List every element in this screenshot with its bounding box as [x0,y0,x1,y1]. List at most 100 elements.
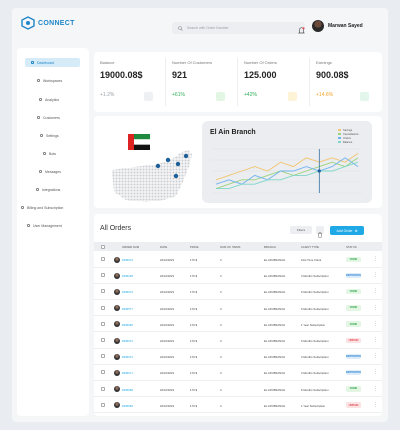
hover-point[interactable] [317,169,321,173]
avatar [312,20,324,32]
stat-card-earnings: Earnings 900.08$ +14.6% [310,52,380,112]
table-row[interactable]: #395672 22/10/2023 170 $ 3 EL AIN BRANCH 6 Mo… [94,333,382,349]
sidebar-item-label: Billing and Subscription [27,205,64,210]
notification-button[interactable] [298,22,305,40]
order-number[interactable]: #395690 [122,323,133,327]
more-options-icon[interactable]: ⋮ [373,369,378,375]
more-options-icon[interactable]: ⋮ [373,305,378,311]
filter-button[interactable]: Filters [290,226,312,234]
order-branch: EL AIN BRANCH [264,371,286,376]
sidebar-item-analytics[interactable]: Analytics [39,95,59,104]
order-branch: EL AIN BRANCH [264,258,286,262]
order-number[interactable]: #395672 [122,339,133,343]
row-checkbox[interactable] [101,402,105,407]
more-options-icon[interactable]: ⋮ [373,256,378,262]
series-line[interactable] [215,153,359,181]
column-header[interactable]: PRICE [190,245,199,249]
row-checkbox[interactable] [101,370,105,375]
sidebar-item-dashboard[interactable]: Dashboard [25,58,80,67]
column-header[interactable]: ORDER NUM [122,245,139,249]
bell-icon [298,27,305,34]
more-options-icon[interactable]: ⋮ [373,402,378,408]
order-branch: EL AIN BRANCH [264,387,286,392]
map-marker[interactable] [175,161,181,167]
map-marker[interactable] [155,163,161,169]
row-checkbox[interactable] [101,257,105,261]
table-header: ORDER NUM DATE PRICE NUM OF ITEMS BRANCH… [94,242,382,251]
series-line[interactable] [216,161,359,190]
table-row[interactable]: #395698 22/10/2023 170 $ 3 EL AIN BRANCH 6 Mo… [94,382,382,398]
sidebar-item-workspaces[interactable]: Workspaces [37,76,62,85]
row-checkbox[interactable] [101,305,105,310]
order-number[interactable]: #395671 [122,371,133,375]
row-checkbox[interactable] [101,273,105,278]
more-options-icon[interactable]: ⋮ [373,288,378,294]
more-options-icon[interactable]: ⋮ [373,353,378,359]
sidebar-item-user-management[interactable]: User Management [27,221,62,230]
column-header[interactable]: STATUS [346,245,357,249]
sidebar-item-messages[interactable]: Messages [39,167,61,176]
select-all-checkbox[interactable] [101,244,105,249]
table-row[interactable]: #395659 22/10/2023 170 $ 3 EL AIN BRANCH 1 Ye… [94,398,382,414]
brand-name: CONNECT [38,19,75,27]
sidebar-item-settings[interactable]: Settings [40,131,59,140]
brand-logo[interactable]: CONNECT [20,16,75,30]
order-number[interactable]: #395659 [122,404,133,408]
order-price: 170 $ [190,403,197,408]
table-row[interactable]: #395671 22/10/2023 170 $ 3 EL AIN BRANCH 3 Mo… [94,365,382,381]
order-branch: EL AIN BRANCH [264,322,286,327]
client-type: First Time Client [301,258,322,262]
order-number[interactable]: #395698 [122,388,133,392]
stat-change: +61% [172,92,185,98]
order-number[interactable]: #395672 [122,290,133,294]
sidebar-item-integrations[interactable]: Integrations [36,185,60,194]
more-options-icon[interactable]: ⋮ [373,321,378,327]
map-marker[interactable] [183,153,189,159]
table-row[interactable]: #395672 22/10/2023 170 $ 3 EL AIN BRANCH 3 Mo… [94,349,382,365]
row-checkbox[interactable] [101,354,105,359]
sidebar-item-customers[interactable]: Customers [37,113,60,122]
sidebar-item-billing[interactable]: Billing and Subscription [21,203,63,212]
column-header[interactable]: DATE [160,245,167,249]
table-row[interactable]: #395672 22/10/2023 170 $ 3 EL AIN BRANCH 6 Mo… [94,284,382,300]
sidebar-item-label: Dashboard [37,60,55,65]
row-checkbox[interactable] [101,321,105,326]
table-row[interactable]: #395672 22/10/2023 170 $ 3 EL AIN BRANCH Firs… [94,252,382,268]
stat-value: 921 [172,70,188,80]
column-header[interactable]: NUM OF ITEMS [220,245,240,249]
order-number[interactable]: #395228 [122,274,133,278]
series-line[interactable] [215,157,359,190]
app-window: CONNECT Search with Order Number Marwan … [12,8,388,422]
line-chart[interactable] [212,147,362,199]
row-checkbox[interactable] [101,289,105,294]
map-marker[interactable] [165,157,171,163]
sidebar-item-bots[interactable]: Bots [43,149,56,158]
more-options-icon[interactable]: ⋮ [373,337,378,343]
add-order-button[interactable]: Add Order ⊕ [330,226,364,235]
row-checkbox[interactable] [101,386,105,391]
table-row[interactable]: #395690 22/10/2023 170 $ 3 EL AIN BRANCH 1 Ye… [94,317,382,333]
order-branch: EL AIN BRANCH [264,403,286,408]
stat-value: 19000.08$ [100,70,143,80]
more-options-icon[interactable]: ⋮ [373,386,378,392]
stat-change: +1.2% [100,92,115,98]
delete-button[interactable] [316,226,324,238]
table-row[interactable]: #395577 22/10/2023 170 $ 3 EL AIN BRANCH 6 Mo… [94,301,382,317]
order-number[interactable]: #395577 [122,307,133,311]
order-items: 3 [220,322,222,327]
order-number[interactable]: #395672 [122,258,133,262]
table-row[interactable]: #395228 22/10/2023 170 $ 3 EL AIN BRANCH 3 Mo… [94,268,382,284]
column-header[interactable]: BRANCH [264,245,276,249]
status-badge: DONE [346,305,361,311]
search-input[interactable]: Search with Order Number [172,22,305,34]
order-number[interactable]: #395672 [122,355,133,359]
user-menu[interactable]: Marwan Sayed [312,20,363,32]
row-checkbox[interactable] [101,338,105,342]
uae-map[interactable] [106,144,206,204]
sidebar: Dashboard Workspaces Analytics Customers… [17,48,89,416]
map-marker[interactable] [173,173,179,179]
more-options-icon[interactable]: ⋮ [373,272,378,278]
trash-icon [318,232,322,238]
order-items: 3 [220,403,222,408]
column-header[interactable]: CLIENT TYPE [301,245,319,249]
